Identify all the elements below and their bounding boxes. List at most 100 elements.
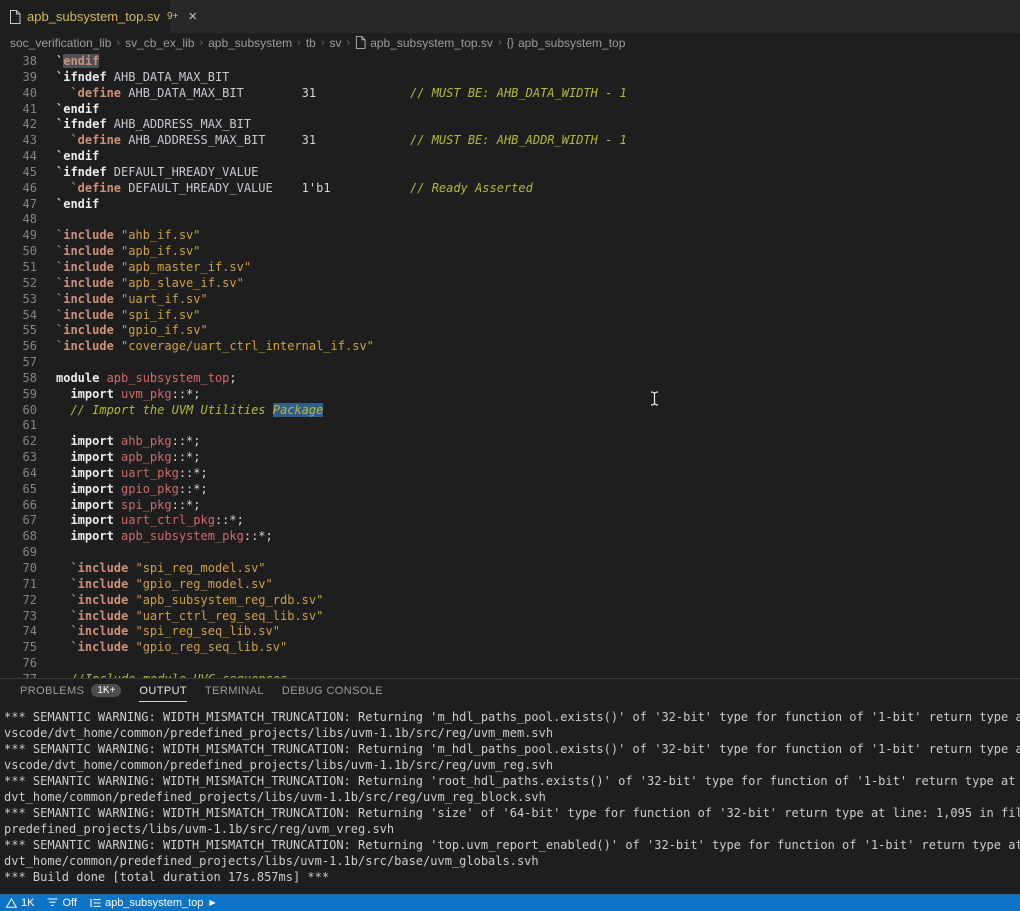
code-token: import xyxy=(56,498,114,512)
code-line[interactable]: `include "gpio_reg_seq_lib.sv" xyxy=(56,640,1020,656)
line-number: 44 xyxy=(0,149,37,165)
status-problems-item[interactable]: 1K xyxy=(6,897,34,909)
tab-output[interactable]: OUTPUT xyxy=(139,679,187,702)
editor-code-area[interactable]: `endif`ifndef AHB_DATA_MAX_BIT `define A… xyxy=(56,52,1020,678)
code-token: DEFAULT_HREADY_VALUE xyxy=(107,165,259,179)
line-number: 51 xyxy=(0,260,37,276)
code-line[interactable]: `define AHB_DATA_MAX_BIT 31 // MUST BE: … xyxy=(56,86,1020,102)
code-token: AHB_ADDRESS_MAX_BIT xyxy=(121,133,266,147)
code-line[interactable]: `ifndef AHB_DATA_MAX_BIT xyxy=(56,70,1020,86)
close-icon[interactable]: × xyxy=(188,9,197,24)
line-number: 58 xyxy=(0,371,37,387)
code-line[interactable]: `ifndef DEFAULT_HREADY_VALUE xyxy=(56,165,1020,181)
symbol-brackets-icon: {} xyxy=(507,37,514,49)
code-line[interactable]: module apb_subsystem_top; xyxy=(56,371,1020,387)
breadcrumb-item-label: apb_subsystem_top xyxy=(518,36,625,50)
code-token: "gpio_reg_seq_lib.sv" xyxy=(135,640,287,654)
code-line[interactable]: import uart_ctrl_pkg::*; xyxy=(56,513,1020,529)
code-line[interactable] xyxy=(56,545,1020,561)
code-line[interactable]: import uart_pkg::*; xyxy=(56,466,1020,482)
code-line[interactable]: `include "ahb_if.sv" xyxy=(56,228,1020,244)
code-line[interactable]: `include "uart_ctrl_reg_seq_lib.sv" xyxy=(56,609,1020,625)
breadcrumb-item[interactable]: sv xyxy=(330,36,342,50)
code-token: ::*; xyxy=(215,513,244,527)
vscode-window: apb_subsystem_top.sv 9+ × soc_verificati… xyxy=(0,0,1020,911)
line-number: 46 xyxy=(0,181,37,197)
breadcrumb-item[interactable]: apb_subsystem_top.sv xyxy=(355,36,493,50)
code-line[interactable]: `include "spi_reg_model.sv" xyxy=(56,561,1020,577)
tab-apb-subsystem-top[interactable]: apb_subsystem_top.sv 9+ × xyxy=(0,0,170,33)
code-token: `include xyxy=(56,339,121,353)
code-line[interactable]: `include "spi_reg_seq_lib.sv" xyxy=(56,624,1020,640)
status-dvt-filter-item[interactable]: Off xyxy=(47,897,76,909)
code-line[interactable]: `include "apb_if.sv" xyxy=(56,244,1020,260)
tab-problems[interactable]: PROBLEMS 1K+ xyxy=(20,679,121,702)
code-line[interactable] xyxy=(56,355,1020,371)
output-line: dvt_home/common/predefined_projects/libs… xyxy=(4,853,1020,869)
code-line[interactable]: `include "apb_master_if.sv" xyxy=(56,260,1020,276)
code-line[interactable]: import ahb_pkg::*; xyxy=(56,434,1020,450)
line-number: 45 xyxy=(0,165,37,181)
code-line[interactable]: import apb_subsystem_pkg::*; xyxy=(56,529,1020,545)
breadcrumb-item[interactable]: apb_subsystem xyxy=(208,36,292,50)
line-number: 64 xyxy=(0,466,37,482)
breadcrumb-item[interactable]: soc_verification_lib xyxy=(10,36,111,50)
output-log[interactable]: *** SEMANTIC WARNING: WIDTH_MISMATCH_TRU… xyxy=(0,702,1020,887)
tab-output-label: OUTPUT xyxy=(139,685,187,697)
code-token: import xyxy=(56,450,114,464)
line-number: 68 xyxy=(0,529,37,545)
code-token: import xyxy=(56,387,114,401)
code-line[interactable]: `endif xyxy=(56,102,1020,118)
code-line[interactable] xyxy=(56,656,1020,672)
code-token: "ahb_if.sv" xyxy=(121,228,200,242)
code-line[interactable]: `ifndef AHB_ADDRESS_MAX_BIT xyxy=(56,117,1020,133)
line-number: 39 xyxy=(0,70,37,86)
breadcrumb-item[interactable]: {} apb_subsystem_top xyxy=(507,36,626,50)
tab-debug-console-label: DEBUG CONSOLE xyxy=(282,685,383,697)
code-line[interactable]: `include "gpio_reg_model.sv" xyxy=(56,577,1020,593)
code-line[interactable] xyxy=(56,212,1020,228)
code-line[interactable]: import gpio_pkg::*; xyxy=(56,482,1020,498)
breadcrumb-item[interactable]: tb xyxy=(306,36,316,50)
code-token: `endif xyxy=(56,197,99,211)
tab-debug-console[interactable]: DEBUG CONSOLE xyxy=(282,679,383,702)
code-token: gpio_pkg xyxy=(114,482,179,496)
play-icon[interactable]: ▶ xyxy=(209,898,215,907)
breadcrumb-item-label: apb_subsystem xyxy=(208,36,292,50)
code-token: AHB_ADDRESS_MAX_BIT xyxy=(107,117,252,131)
code-token: uvm_pkg xyxy=(114,387,172,401)
file-icon xyxy=(355,36,366,49)
code-line[interactable]: import spi_pkg::*; xyxy=(56,498,1020,514)
code-line[interactable]: `include "gpio_if.sv" xyxy=(56,323,1020,339)
code-token: `endif xyxy=(56,102,99,116)
breadcrumb-item[interactable]: sv_cb_ex_lib xyxy=(125,36,194,50)
code-line[interactable]: import uvm_pkg::*; xyxy=(56,387,1020,403)
panel-tab-bar: PROBLEMS 1K+ OUTPUT TERMINAL DEBUG CONSO… xyxy=(0,679,1020,702)
code-line[interactable]: `endif xyxy=(56,149,1020,165)
code-line[interactable] xyxy=(56,418,1020,434)
status-run-target-item[interactable]: apb_subsystem_top ▶ xyxy=(90,897,216,909)
line-number: 53 xyxy=(0,292,37,308)
line-number: 55 xyxy=(0,323,37,339)
editor-tab-bar: apb_subsystem_top.sv 9+ × xyxy=(0,0,1020,33)
code-line[interactable]: `include "spi_if.sv" xyxy=(56,308,1020,324)
code-line[interactable]: // Import the UVM Utilities Package xyxy=(56,403,1020,419)
breadcrumb-separator-icon: › xyxy=(116,37,120,49)
code-line[interactable]: `define DEFAULT_HREADY_VALUE 1'b1 // Rea… xyxy=(56,181,1020,197)
code-line[interactable]: `include "coverage/uart_ctrl_internal_if… xyxy=(56,339,1020,355)
tab-terminal[interactable]: TERMINAL xyxy=(205,679,264,702)
code-line[interactable]: `include "apb_slave_if.sv" xyxy=(56,276,1020,292)
code-line[interactable]: import apb_pkg::*; xyxy=(56,450,1020,466)
code-token xyxy=(56,86,70,100)
code-token: apb_subsystem_pkg xyxy=(114,529,244,543)
code-editor[interactable]: 3839404142434445464748495051525354555657… xyxy=(0,52,1020,678)
line-number: 40 xyxy=(0,86,37,102)
code-line[interactable]: `define AHB_ADDRESS_MAX_BIT 31 // MUST B… xyxy=(56,133,1020,149)
code-token: // Ready Asserted xyxy=(410,181,533,195)
code-token: ::*; xyxy=(172,450,201,464)
code-line[interactable]: `include "apb_subsystem_reg_rdb.sv" xyxy=(56,593,1020,609)
code-line[interactable]: `endif xyxy=(56,54,1020,70)
output-line: vscode/dvt_home/common/predefined_projec… xyxy=(4,725,1020,741)
code-line[interactable]: `include "uart_if.sv" xyxy=(56,292,1020,308)
code-line[interactable]: `endif xyxy=(56,197,1020,213)
